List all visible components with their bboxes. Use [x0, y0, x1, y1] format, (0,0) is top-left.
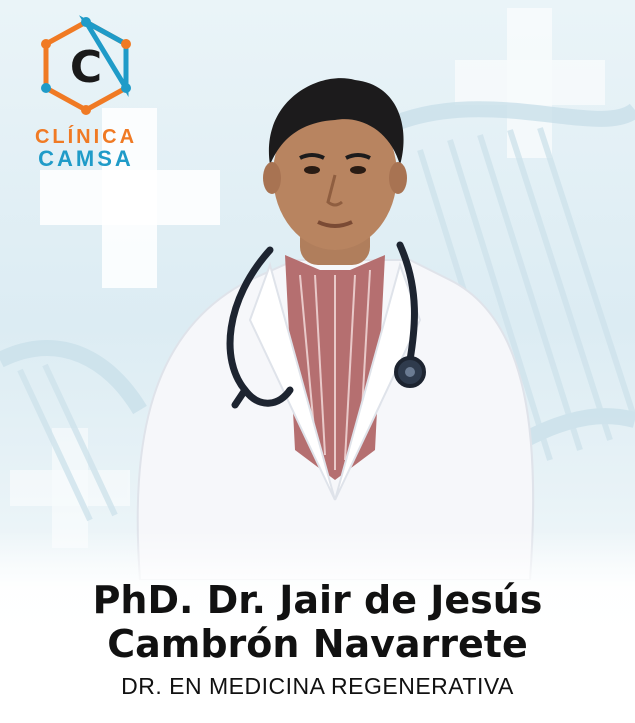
doctor-card: C CLÍNICA CAMSA PhD. Dr. Jair de Jesús C… — [0, 0, 635, 723]
logo-letter: C — [70, 42, 102, 93]
doctor-specialty: DR. EN MEDICINA REGENERATIVA — [121, 673, 514, 699]
doctor-name-line2: Cambrón Navarrete — [107, 622, 528, 666]
doctor-portrait — [136, 78, 535, 580]
doctor-name-line1: PhD. Dr. Jair de Jesús — [92, 578, 543, 622]
